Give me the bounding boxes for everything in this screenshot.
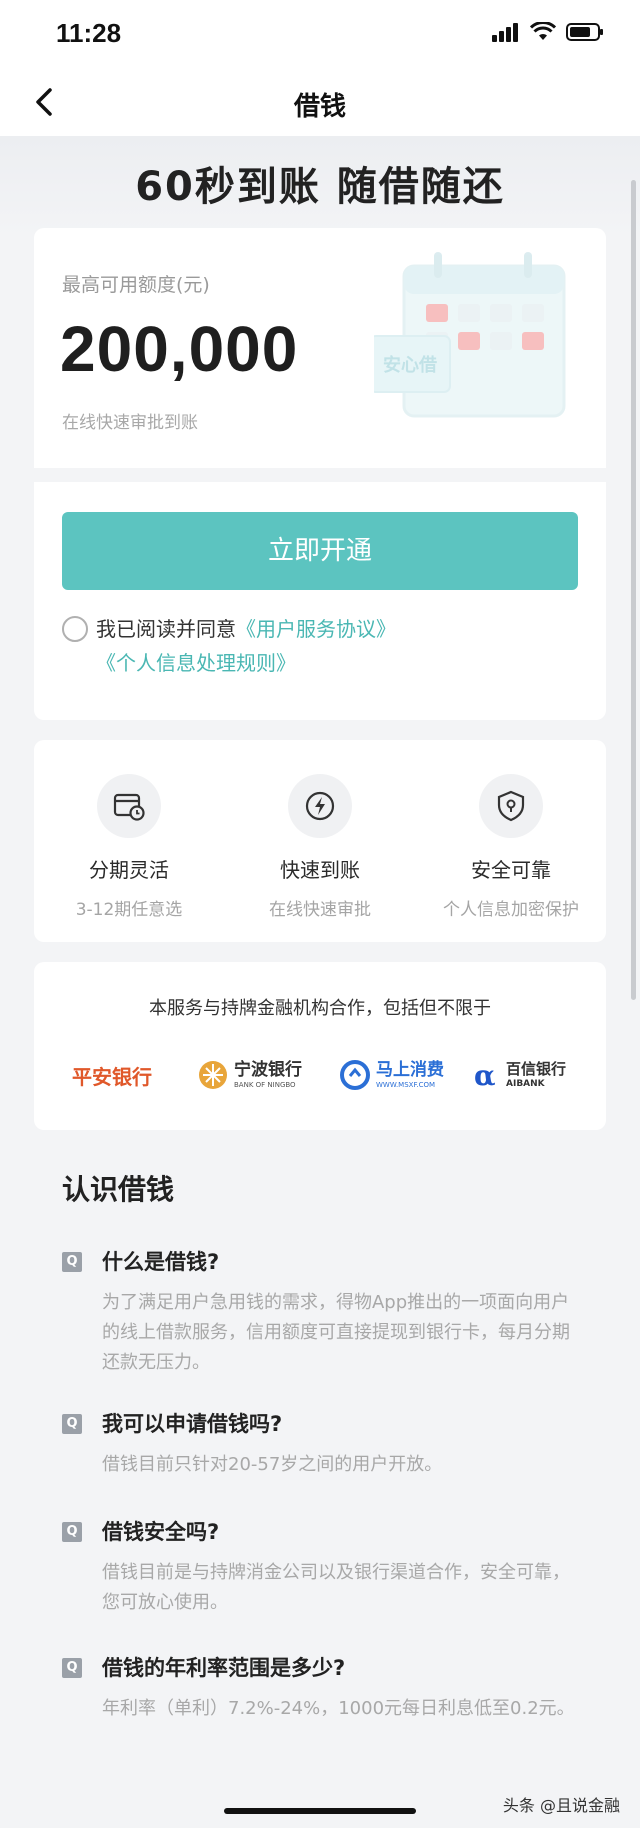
faq-answer: 年利率（单利）7.2%-24%，1000元每日利息低至0.2元。 [102,1698,575,1719]
battery-icon [566,23,603,41]
hero-banner: 60秒到账 随借随还 [0,136,640,236]
agreement-text: 我已阅读并同意《用户服务协议》《个人信息处理规则》 [62,612,582,680]
feature-fast: 快速到账 在线快速审批 [225,774,415,920]
partner-ningbo-logo: 宁波银行 BANK OF NINGBO [198,1054,302,1096]
q-badge-icon: Q [62,1414,82,1434]
partner-aibank-logo: α 百信银行 AIBANK [472,1054,566,1096]
partner-mashang-logo: 马上消费 WWW.MSXF.COM [340,1054,444,1096]
feature-title: 分期灵活 [89,858,169,882]
partner-sub: BANK OF NINGBO [234,1080,296,1089]
partner-sub: AIBANK [506,1078,545,1089]
faq-item: Q 我可以申请借钱吗? 借钱目前只针对20-57岁之间的用户开放。 [62,1408,582,1480]
nav-bar: 借钱 [0,68,640,136]
feature-desc: 个人信息加密保护 [443,900,579,920]
ningbo-bank-icon [199,1061,227,1089]
mashang-icon [340,1060,370,1090]
agreement-row: 我已阅读并同意《用户服务协议》《个人信息处理规则》 [62,612,582,680]
faq-item: Q 借钱的年利率范围是多少? 年利率（单利）7.2%-24%，1000元每日利息… [62,1652,582,1724]
partners-title: 本服务与持牌金融机构合作，包括但不限于 [149,998,491,1019]
feature-installment: 分期灵活 3-12期任意选 [34,774,224,920]
page-title: 借钱 [293,92,346,122]
feature-icon-bg [97,774,161,838]
feature-secure: 安全可靠 个人信息加密保护 [416,774,606,920]
agree-checkbox[interactable] [62,616,88,642]
signal-icon [492,23,518,42]
card-clock-icon [113,793,145,821]
status-bar: 11:28 [0,0,640,68]
illustration-text: 安心借 [383,354,437,376]
status-time: 11:28 [56,18,122,48]
faq-answer: 为了满足用户急用钱的需求，得物App推出的一项面向用户的线上借款服务，信用额度可… [102,1292,570,1373]
aibank-icon: α [474,1060,496,1090]
feature-desc: 在线快速审批 [269,900,371,920]
shield-lock-icon [497,790,525,822]
watermark: 头条 @且说金融 [502,1796,620,1815]
faq-heading: 认识借钱 [62,1173,175,1206]
feature-title: 安全可靠 [471,858,551,882]
home-indicator [224,1808,416,1814]
credit-subtext: 在线快速审批到账 [62,413,198,433]
credit-amount: 200,000 [60,313,299,385]
partner-name: 马上消费 [376,1059,444,1080]
feature-icon-bg [288,774,352,838]
partner-sub: WWW.MSXF.COM [376,1080,436,1089]
calendar-illustration: 安心借 [374,252,566,418]
faq-item: Q 什么是借钱? 为了满足用户急用钱的需求，得物App推出的一项面向用户的线上借… [62,1246,582,1378]
lightning-icon [305,791,335,821]
q-badge-icon: Q [62,1252,82,1272]
partner-name: 百信银行 [506,1059,567,1078]
wifi-icon [530,22,556,40]
faq-item: Q 借钱安全吗? 借钱目前是与持牌消金公司以及银行渠道合作，安全可靠，您可放心使… [62,1516,582,1618]
partner-name: 宁波银行 [234,1059,302,1080]
features-card: 分期灵活 3-12期任意选 快速到账 在线快速审批 安全可靠 个人信息加密保护 [34,740,606,942]
status-icons [492,22,604,42]
q-badge-icon: Q [62,1658,82,1678]
credit-label: 最高可用额度(元) [62,274,210,296]
faq-question: 我可以申请借钱吗? [102,1412,283,1436]
partner-name: 平安银行 [72,1064,152,1089]
svg-text:α: α [474,1060,496,1090]
feature-title: 快速到账 [280,858,360,882]
agree-prefix: 我已阅读并同意 [96,617,236,641]
faq-question: 借钱安全吗? [102,1520,220,1544]
faq-question: 什么是借钱? [102,1250,220,1274]
user-agreement-link[interactable]: 《用户服务协议》 [236,617,396,641]
feature-desc: 3-12期任意选 [75,900,183,920]
faq-answer: 借钱目前是与持牌消金公司以及银行渠道合作，安全可靠，您可放心使用。 [102,1562,570,1613]
hero-title: 60秒到账 随借随还 [135,164,505,210]
credit-card: 最高可用额度(元) 200,000 在线快速审批到账 安心借 立即开通 我已阅读… [34,228,606,720]
privacy-rules-link[interactable]: 《个人信息处理规则》 [96,651,296,675]
scrollbar[interactable] [631,180,636,1000]
q-badge-icon: Q [62,1522,82,1542]
open-now-button[interactable]: 立即开通 [62,512,578,590]
card-divider [34,468,606,482]
feature-icon-bg [479,774,543,838]
partners-card: 本服务与持牌金融机构合作，包括但不限于 平安银行 宁波银行 BANK OF NI… [34,962,606,1130]
partner-pingan-logo: 平安银行 [72,1054,152,1096]
faq-answer: 借钱目前只针对20-57岁之间的用户开放。 [102,1454,443,1475]
faq-question: 借钱的年利率范围是多少? [102,1656,346,1680]
